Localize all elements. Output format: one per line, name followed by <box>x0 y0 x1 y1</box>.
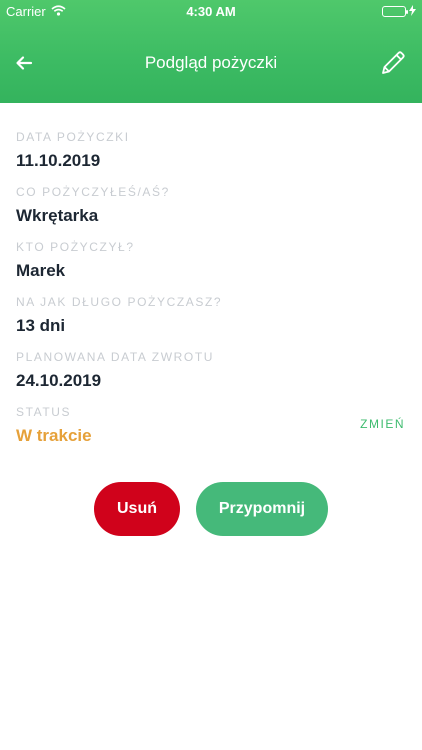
field-duration: NA JAK DŁUGO POŻYCZASZ? 13 dni <box>16 293 408 348</box>
edit-button[interactable] <box>378 48 408 78</box>
charging-icon <box>409 4 416 19</box>
field-item: CO POŻYCZYŁEŚ/AŚ? Wkrętarka <box>16 183 408 238</box>
field-value: 11.10.2019 <box>16 151 101 170</box>
field-return-date: PLANOWANA DATA ZWROTU 24.10.2019 <box>16 348 408 403</box>
clock-time: 4:30 AM <box>186 4 236 19</box>
field-value: Marek <box>16 261 66 280</box>
delete-button[interactable]: Usuń <box>94 482 180 536</box>
action-buttons: Usuń Przypomnij <box>0 482 422 536</box>
status-bar-right <box>382 4 416 19</box>
remind-button[interactable]: Przypomnij <box>196 482 328 536</box>
field-label: DATA POŻYCZKI <box>16 130 130 144</box>
loan-details: DATA POŻYCZKI 11.10.2019 CO POŻYCZYŁEŚ/A… <box>16 128 408 458</box>
pencil-icon <box>382 51 405 74</box>
field-status: STATUS W trakcie ZMIEŃ <box>16 403 408 458</box>
field-borrower: KTO POŻYCZYŁ? Marek <box>16 238 408 293</box>
field-loan-date: DATA POŻYCZKI 11.10.2019 <box>16 128 408 183</box>
app-header: Carrier 4:30 AM Podgląd pożyczki <box>0 0 422 103</box>
field-value: 24.10.2019 <box>16 371 102 390</box>
battery-icon <box>382 6 408 17</box>
navigation-bar: Podgląd pożyczki <box>0 36 422 92</box>
field-label: NA JAK DŁUGO POŻYCZASZ? <box>16 295 223 309</box>
status-bar: Carrier 4:30 AM <box>0 0 422 22</box>
field-label: CO POŻYCZYŁEŚ/AŚ? <box>16 185 170 199</box>
field-value: 13 dni <box>16 316 66 335</box>
field-value: Wkrętarka <box>16 206 99 225</box>
field-label: PLANOWANA DATA ZWROTU <box>16 350 215 364</box>
status-value: W trakcie <box>16 426 92 445</box>
field-label: STATUS <box>16 405 72 419</box>
page-title: Podgląd pożyczki <box>144 53 278 72</box>
field-label: KTO POŻYCZYŁ? <box>16 240 135 254</box>
change-status-link[interactable]: ZMIEŃ <box>360 417 405 431</box>
